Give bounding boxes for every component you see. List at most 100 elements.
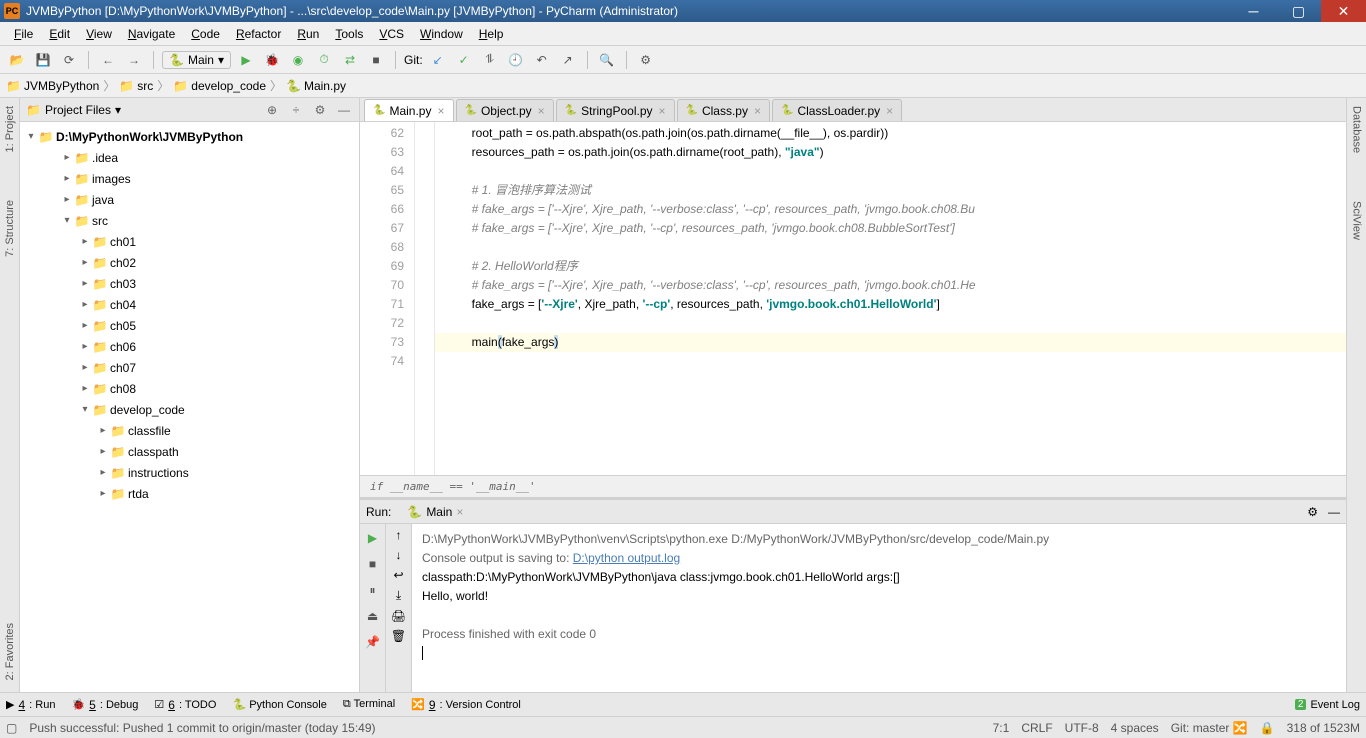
tree-node[interactable]: ▸📁ch02 <box>20 252 359 273</box>
run-config-selector[interactable]: 🐍 Main ▾ <box>162 51 231 69</box>
editor-tab[interactable]: 🐍Class.py× <box>677 99 770 121</box>
bottom-tab-run[interactable]: ▶ 4: Run <box>6 698 55 712</box>
hide-icon[interactable]: — <box>1328 505 1340 519</box>
console-output[interactable]: D:\MyPythonWork\JVMByPython\venv\Scripts… <box>412 524 1346 692</box>
maximize-button[interactable]: ▢ <box>1276 0 1321 22</box>
exit-icon[interactable]: ⏏ <box>363 606 383 626</box>
tree-node[interactable]: ▾📁src <box>20 210 359 231</box>
tree-node[interactable]: ▸📁classpath <box>20 441 359 462</box>
tree-node[interactable]: ▸📁ch08 <box>20 378 359 399</box>
encoding[interactable]: UTF-8 <box>1065 721 1099 735</box>
back-icon[interactable]: ← <box>97 49 119 71</box>
tree-node[interactable]: ▸📁images <box>20 168 359 189</box>
print-icon[interactable]: 🖨 <box>391 609 406 623</box>
pause-icon[interactable]: ⏸ <box>363 580 383 600</box>
close-icon[interactable]: × <box>437 104 444 118</box>
run-icon[interactable]: ▶ <box>235 49 257 71</box>
editor-tab[interactable]: 🐍ClassLoader.py× <box>772 99 902 121</box>
save-all-icon[interactable]: 💾 <box>32 49 54 71</box>
close-button[interactable]: ✕ <box>1321 0 1366 22</box>
vcs-update-icon[interactable]: ↙ <box>427 49 449 71</box>
vcs-commit-icon[interactable]: ✓ <box>453 49 475 71</box>
bottom-tab-todo[interactable]: ☑ 6: TODO <box>154 698 216 712</box>
menu-vcs[interactable]: VCS <box>371 25 412 43</box>
tree-node[interactable]: ▾📁develop_code <box>20 399 359 420</box>
close-icon[interactable]: × <box>659 104 666 118</box>
code-editor[interactable]: 62636465666768697071727374 root_path = o… <box>360 122 1346 475</box>
menu-refactor[interactable]: Refactor <box>228 25 289 43</box>
indent[interactable]: 4 spaces <box>1111 721 1159 735</box>
breadcrumb-item[interactable]: 🐍Main.py <box>286 79 346 93</box>
menu-help[interactable]: Help <box>471 25 512 43</box>
tree-node[interactable]: ▸📁.idea <box>20 147 359 168</box>
vcs-compare-icon[interactable]: ⥮ <box>479 49 501 71</box>
tree-node[interactable]: ▸📁ch06 <box>20 336 359 357</box>
profile-icon[interactable]: ⏱ <box>313 49 335 71</box>
menu-file[interactable]: File <box>6 25 41 43</box>
project-view-selector[interactable]: 📁 Project Files ▾ <box>26 103 121 117</box>
debug-icon[interactable]: 🐞 <box>261 49 283 71</box>
open-icon[interactable]: 📂 <box>6 49 28 71</box>
editor-tab[interactable]: 🐍Main.py× <box>364 99 454 121</box>
tab-sciview[interactable]: SciView <box>1350 197 1364 244</box>
project-tree[interactable]: ▾📁D:\MyPythonWork\JVMByPython▸📁.idea▸📁im… <box>20 122 359 692</box>
vcs-history-icon[interactable]: 🕘 <box>505 49 527 71</box>
pin-icon[interactable]: 📌 <box>363 632 383 652</box>
close-icon[interactable]: × <box>886 104 893 118</box>
refresh-icon[interactable]: ⟳ <box>58 49 80 71</box>
settings-icon[interactable]: ⚙ <box>635 49 657 71</box>
hide-icon[interactable]: — <box>335 103 353 117</box>
menu-run[interactable]: Run <box>289 25 327 43</box>
git-branch[interactable]: Git: master 🔀 <box>1171 721 1248 735</box>
editor-tab[interactable]: 🐍Object.py× <box>456 99 554 121</box>
breadcrumb-item[interactable]: 📁JVMByPython <box>6 79 99 93</box>
tab-structure[interactable]: 7: Structure <box>3 196 17 261</box>
menu-edit[interactable]: Edit <box>41 25 78 43</box>
line-separator[interactable]: CRLF <box>1021 721 1052 735</box>
code-content[interactable]: root_path = os.path.abspath(os.path.join… <box>435 122 1346 475</box>
bottom-tab-terminal[interactable]: ⧉ Terminal <box>343 698 395 711</box>
menu-view[interactable]: View <box>78 25 120 43</box>
tab-favorites[interactable]: 2: Favorites <box>3 619 17 684</box>
trash-icon[interactable]: 🗑 <box>391 629 406 643</box>
search-icon[interactable]: 🔍 <box>596 49 618 71</box>
tree-node[interactable]: ▸📁ch07 <box>20 357 359 378</box>
down-icon[interactable]: ↓ <box>396 548 402 562</box>
collapse-icon[interactable]: ÷ <box>287 103 305 117</box>
scroll-icon[interactable]: ⤓ <box>396 588 401 603</box>
tree-node[interactable]: ▸📁ch05 <box>20 315 359 336</box>
memory-indicator[interactable]: 318 of 1523M <box>1287 721 1360 735</box>
menu-code[interactable]: Code <box>183 25 228 43</box>
lock-icon[interactable]: 🔒 <box>1260 721 1275 735</box>
concurrency-icon[interactable]: ⇄ <box>339 49 361 71</box>
menu-window[interactable]: Window <box>412 25 471 43</box>
gear-icon[interactable]: ⚙ <box>1307 505 1318 519</box>
tab-database[interactable]: Database <box>1350 102 1364 157</box>
stop-icon[interactable]: ■ <box>365 49 387 71</box>
menu-navigate[interactable]: Navigate <box>120 25 183 43</box>
coverage-icon[interactable]: ◉ <box>287 49 309 71</box>
wrap-icon[interactable]: ↩ <box>393 568 403 582</box>
tab-project[interactable]: 1: Project <box>3 102 17 156</box>
editor-tab[interactable]: 🐍StringPool.py× <box>556 99 675 121</box>
cursor-position[interactable]: 7:1 <box>993 721 1010 735</box>
close-icon[interactable]: × <box>456 505 463 519</box>
tree-node[interactable]: ▸📁rtda <box>20 483 359 504</box>
breadcrumb-item[interactable]: 📁src <box>119 79 153 93</box>
tree-node[interactable]: ▸📁instructions <box>20 462 359 483</box>
gear-icon[interactable]: ⚙ <box>311 103 329 117</box>
close-icon[interactable]: × <box>538 104 545 118</box>
code-breadcrumb[interactable]: if __name__ == '__main__' <box>360 475 1346 497</box>
breadcrumb-item[interactable]: 📁develop_code <box>173 79 266 93</box>
toolwindows-icon[interactable]: ▢ <box>6 721 17 735</box>
bottom-tab-python-console[interactable]: 🐍 Python Console <box>232 698 326 711</box>
menu-tools[interactable]: Tools <box>327 25 371 43</box>
vcs-revert-icon[interactable]: ↶ <box>531 49 553 71</box>
bottom-tab-debug[interactable]: 🐞 5: Debug <box>71 698 138 712</box>
tree-node[interactable]: ▸📁classfile <box>20 420 359 441</box>
up-icon[interactable]: ↑ <box>396 528 402 542</box>
run-config-tab[interactable]: 🐍 Main × <box>401 503 469 521</box>
log-link[interactable]: D:\python output.log <box>573 551 680 565</box>
event-log[interactable]: 2 Event Log <box>1295 699 1360 711</box>
close-icon[interactable]: × <box>754 104 761 118</box>
